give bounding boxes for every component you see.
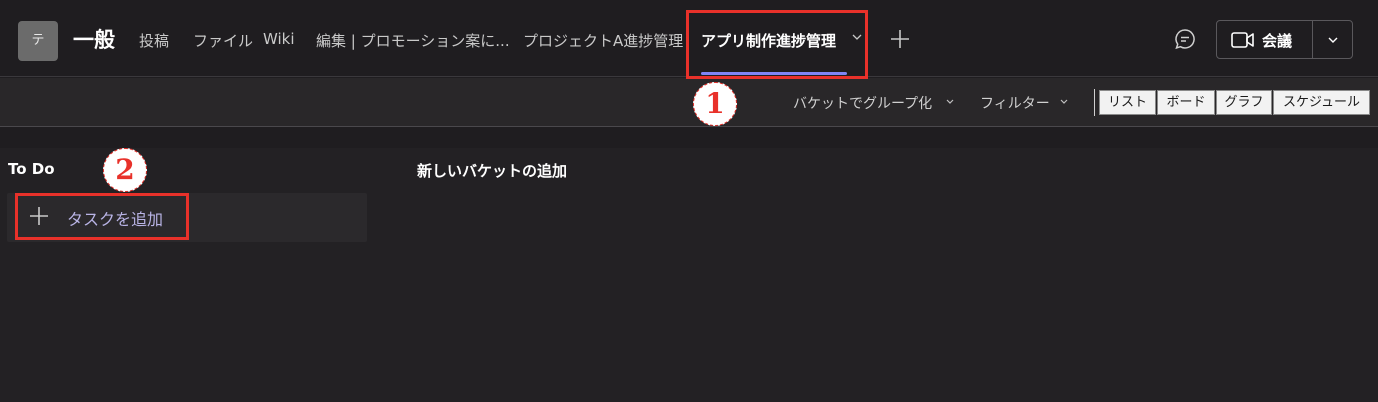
tab-project-a-progress[interactable]: プロジェクトA進捗管理 (523, 30, 683, 51)
view-list-button[interactable]: リスト (1099, 90, 1156, 115)
channel-name: 一般 (73, 28, 115, 52)
team-avatar[interactable]: テ (18, 21, 58, 61)
add-new-bucket-button[interactable]: 新しいバケットの追加 (417, 160, 567, 181)
board-area: To Do タスクを追加 新しいバケットの追加 (0, 148, 1378, 402)
meet-button[interactable]: 会議 (1216, 20, 1313, 59)
tab-promotion-edit[interactable]: 編集 | プロモーション案に... (316, 30, 510, 51)
toolbar-divider (1094, 89, 1095, 116)
chevron-down-icon (1328, 37, 1338, 43)
bucket-title[interactable]: To Do (8, 160, 55, 178)
add-tab-icon[interactable] (888, 27, 912, 51)
chevron-down-icon[interactable] (945, 97, 955, 107)
callout-number-1: 1 (693, 82, 737, 126)
meet-button-label: 会議 (1262, 32, 1293, 50)
callout-number-2: 2 (103, 148, 147, 192)
view-schedule-button[interactable]: スケジュール (1273, 90, 1370, 115)
group-by-bucket-button[interactable]: バケットでグループ化 (793, 93, 932, 113)
tab-files[interactable]: ファイル (193, 30, 253, 51)
conversation-icon[interactable] (1173, 27, 1197, 51)
tab-posts[interactable]: 投稿 (139, 30, 169, 51)
meet-options-button[interactable] (1312, 20, 1353, 59)
chevron-down-icon[interactable] (1059, 97, 1069, 107)
video-camera-icon (1231, 32, 1254, 48)
view-chart-button[interactable]: グラフ (1216, 90, 1272, 115)
tab-wiki[interactable]: Wiki (263, 30, 295, 48)
board-top-spacer (0, 128, 1378, 148)
view-board-button[interactable]: ボード (1157, 90, 1215, 115)
highlight-box-add-task (15, 193, 189, 240)
planner-toolbar: バケットでグループ化 フィルター リスト ボード グラフ スケジュール (0, 78, 1378, 127)
filter-button[interactable]: フィルター (980, 93, 1050, 113)
highlight-box-tab (686, 10, 868, 79)
